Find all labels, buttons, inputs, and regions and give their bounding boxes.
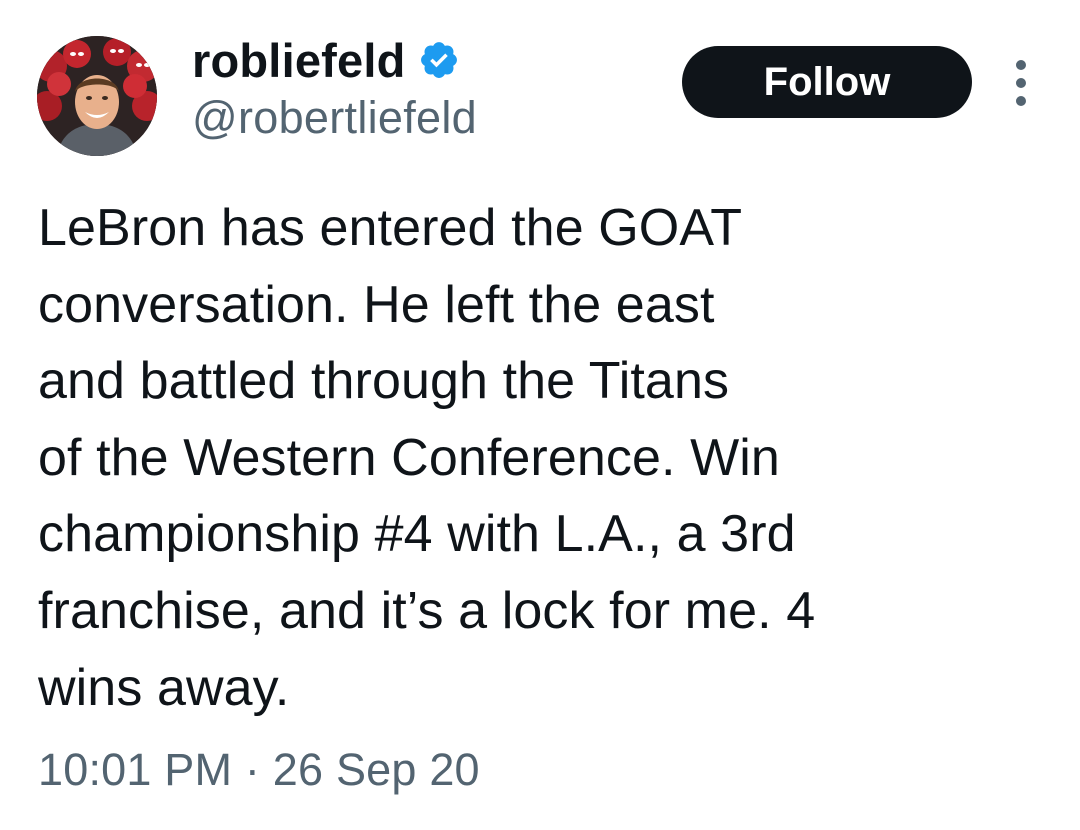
display-name[interactable]: robliefeld xyxy=(192,33,406,88)
tweet-text-line: championship #4 with L.A., a 3rd xyxy=(38,505,796,564)
avatar[interactable] xyxy=(37,36,157,156)
name-row: robliefeld xyxy=(192,30,477,90)
avatar-image xyxy=(37,36,157,156)
tweet-text-line: franchise, and it’s a lock for me. 4 xyxy=(38,581,816,640)
tweet-text: LeBron has entered the GOAT conversation… xyxy=(38,190,1058,726)
tweet-timestamp[interactable]: 10:01 PM · 26 Sep 20 xyxy=(38,744,480,796)
more-vertical-icon[interactable] xyxy=(1004,60,1038,106)
more-dot xyxy=(1016,96,1026,106)
tweet-text-line: and battled through the Titans xyxy=(38,352,730,411)
author-info: robliefeld @robertliefeld xyxy=(192,30,477,144)
more-dot xyxy=(1016,60,1026,70)
more-dot xyxy=(1016,78,1026,88)
tweet-text-line: LeBron has entered the GOAT xyxy=(38,199,743,257)
tweet-text-line: wins away. xyxy=(38,658,290,717)
verified-badge-icon[interactable] xyxy=(418,39,460,81)
tweet-text-line: conversation. He left the east xyxy=(38,275,715,334)
tweet-text-line: of the Western Conference. Win xyxy=(38,428,780,487)
user-handle[interactable]: @robertliefeld xyxy=(192,92,477,144)
follow-button[interactable]: Follow xyxy=(682,46,972,118)
tweet-card: robliefeld @robertliefeld Follow LeBron … xyxy=(0,0,1080,830)
